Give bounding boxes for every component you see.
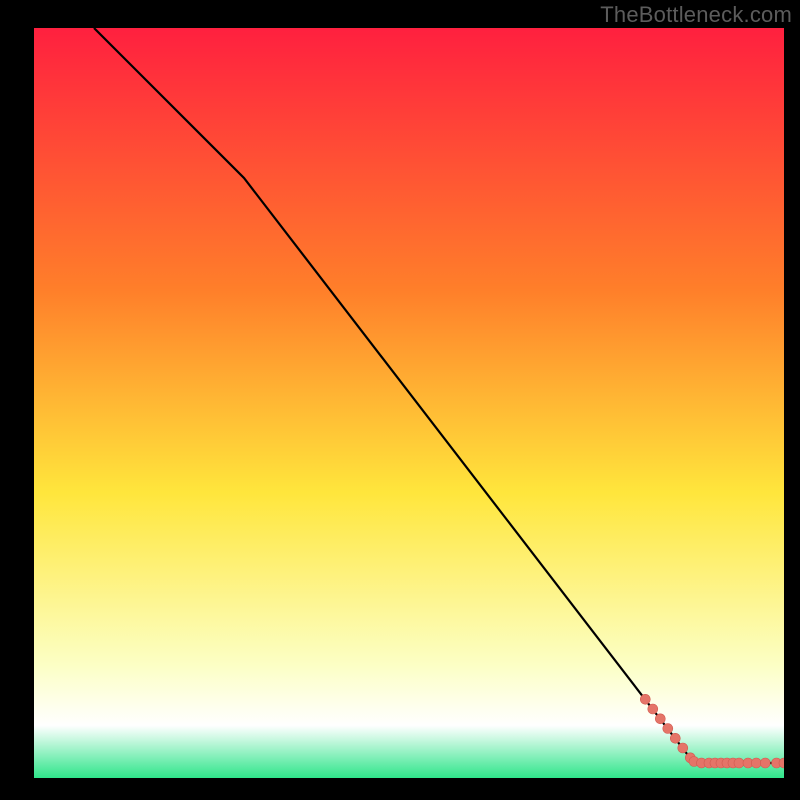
data-point xyxy=(760,758,770,768)
data-point xyxy=(734,758,744,768)
data-point xyxy=(670,733,680,743)
chart-svg xyxy=(34,28,784,778)
data-point xyxy=(678,743,688,753)
watermark-label: TheBottleneck.com xyxy=(600,2,792,28)
data-point xyxy=(663,724,673,734)
plot-area xyxy=(34,28,784,778)
chart-frame: TheBottleneck.com xyxy=(0,0,800,800)
data-point xyxy=(640,694,650,704)
data-point xyxy=(648,704,658,714)
gradient-background xyxy=(34,28,784,778)
data-point xyxy=(655,714,665,724)
data-point xyxy=(751,758,761,768)
